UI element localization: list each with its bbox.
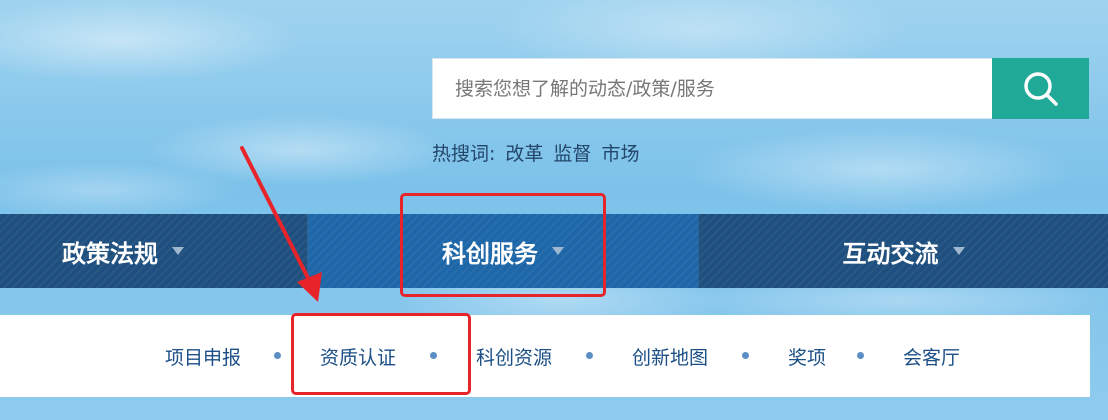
caret-down-icon	[172, 247, 184, 255]
sub-nav-item-project-application[interactable]: 项目申报	[165, 315, 241, 397]
nav-item-label: 互动交流	[842, 239, 939, 268]
caret-down-icon	[552, 247, 564, 255]
separator-dot-icon	[430, 352, 437, 359]
hot-word-link[interactable]: 改革	[505, 139, 543, 166]
sub-nav-item-awards[interactable]: 奖项	[788, 315, 826, 397]
search-icon	[1023, 71, 1058, 106]
hot-word-link[interactable]: 监督	[553, 139, 591, 166]
separator-dot-icon	[742, 352, 749, 359]
sub-nav-item-reception[interactable]: 会客厅	[903, 315, 960, 397]
separator-dot-icon	[857, 352, 864, 359]
caret-down-icon	[952, 247, 965, 255]
sub-nav-item-qualification[interactable]: 资质认证	[320, 315, 396, 397]
sub-nav-item-innovation-map[interactable]: 创新地图	[632, 315, 708, 397]
hot-words-label: 热搜词:	[432, 142, 496, 165]
sub-nav-item-resources[interactable]: 科创资源	[476, 315, 552, 397]
search-input[interactable]	[433, 59, 993, 118]
nav-item-interaction[interactable]: 互动交流	[698, 214, 1108, 288]
sub-nav: 项目申报 资质认证 科创资源 创新地图 奖项 会客厅	[0, 315, 1090, 397]
hot-words: 热搜词: 改革 监督 市场	[432, 138, 639, 166]
search-button[interactable]	[992, 58, 1089, 119]
separator-dot-icon	[586, 352, 593, 359]
nav-item-label: 政策法规	[62, 239, 158, 268]
nav-item-policy[interactable]: 政策法规	[0, 214, 308, 288]
separator-dot-icon	[274, 352, 281, 359]
nav-item-tech-services[interactable]: 科创服务	[308, 214, 698, 288]
nav-item-label: 科创服务	[442, 239, 538, 268]
main-nav: 政策法规 科创服务 互动交流	[0, 214, 1108, 288]
hot-word-link[interactable]: 市场	[601, 139, 639, 166]
search-box	[432, 58, 994, 119]
